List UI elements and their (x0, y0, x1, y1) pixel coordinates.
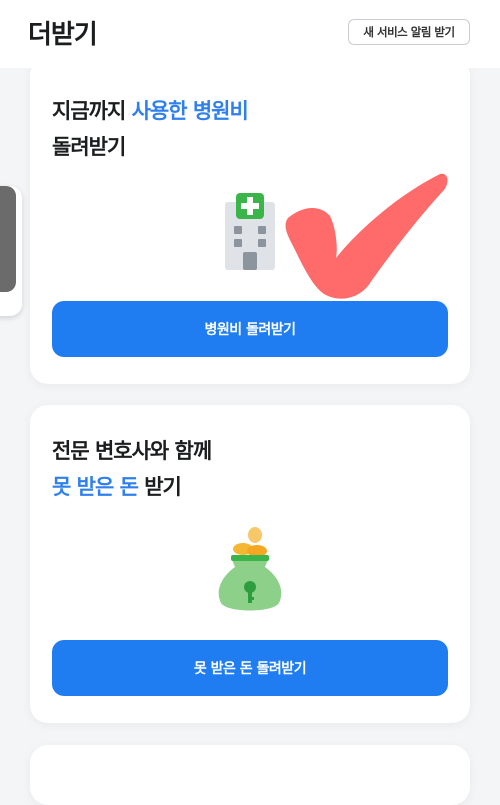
title-text: 지금까지 (52, 99, 132, 123)
title-accent-text: 못 받은 돈 (52, 475, 139, 499)
title-text: 받기 (137, 475, 182, 499)
hospital-refund-button[interactable]: 병원비 돌려받기 (52, 301, 448, 357)
money-bag-icon (218, 527, 282, 611)
hospital-refund-card: 지금까지 사용한 병원비 돌려받기 병원비 돌려받기 (30, 58, 470, 384)
side-drawer-handle[interactable] (0, 186, 22, 316)
title-text: 전문 변호사와 함께 (52, 439, 212, 463)
hospital-icon (225, 193, 275, 270)
app-header: 더받기 새 서비스 알림 받기 (0, 0, 500, 68)
card-title: 전문 변호사와 함께 못 받은 돈 받기 (52, 433, 212, 505)
card-title: 지금까지 사용한 병원비 돌려받기 (52, 93, 249, 165)
side-drawer-handle-bar (0, 186, 16, 292)
unpaid-money-refund-button[interactable]: 못 받은 돈 돌려받기 (52, 640, 448, 696)
title-text: 돌려받기 (52, 135, 126, 159)
app-title: 더받기 (28, 20, 98, 50)
title-accent-text: 사용한 병원비 (131, 99, 249, 123)
unpaid-money-card: 전문 변호사와 함께 못 받은 돈 받기 못 받은 돈 돌려받기 (30, 405, 470, 723)
new-service-notify-button[interactable]: 새 서비스 알림 받기 (348, 19, 470, 45)
next-service-card (30, 745, 470, 805)
